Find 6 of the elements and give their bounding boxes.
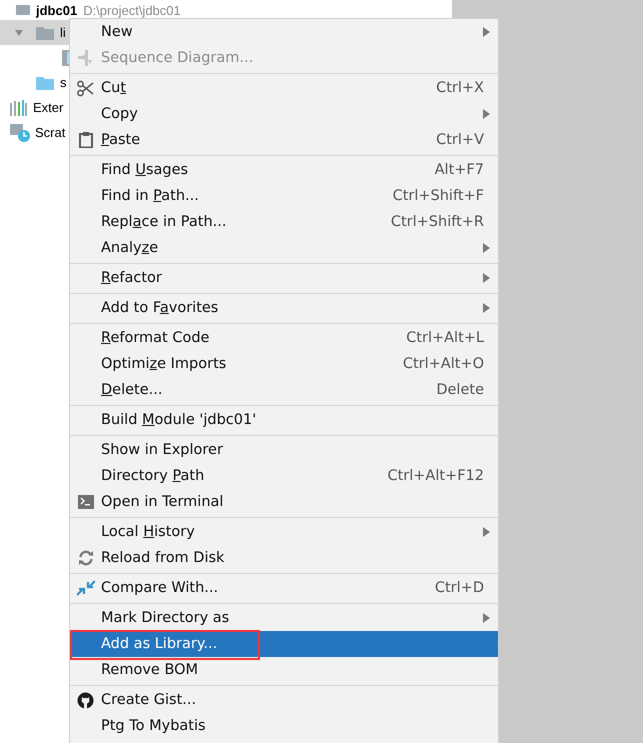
project-path: D:\project\jdbc01 [83, 2, 181, 18]
project-name: jdbc01 [36, 2, 78, 18]
tree-item-label: Scrat [35, 125, 66, 140]
tree-item-label: Exter [33, 100, 64, 115]
tree-item-label: s [60, 75, 66, 90]
tree-item-label: li [60, 25, 66, 40]
